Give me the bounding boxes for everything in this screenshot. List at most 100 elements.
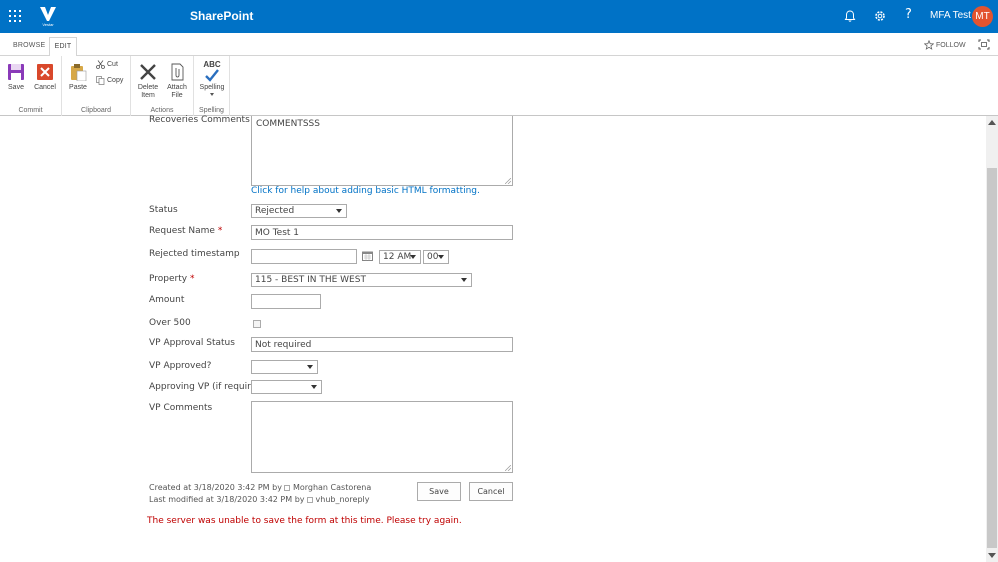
- follow-label: FOLLOW: [936, 41, 966, 49]
- paste-icon: [71, 64, 87, 81]
- ribbon-group-actions: Delete Item Attach File Actions: [131, 56, 194, 116]
- suite-bar: Vestar SharePoint ? MFA Test MT: [0, 0, 998, 33]
- help-icon[interactable]: ?: [905, 7, 919, 22]
- required-mark: *: [189, 274, 195, 284]
- scrollbar-thumb[interactable]: [987, 168, 997, 548]
- created-prefix: Created at 3/18/2020 3:42 PM by: [149, 483, 282, 492]
- app-title[interactable]: SharePoint: [190, 9, 253, 23]
- scroll-down-icon[interactable]: [988, 553, 996, 558]
- html-help-link[interactable]: Click for help about adding basic HTML f…: [251, 186, 480, 196]
- ribbon-group-clipboard-label: Clipboard: [81, 107, 111, 114]
- error-message: The server was unable to save the form a…: [147, 516, 462, 526]
- property-select[interactable]: 115 - BEST IN THE WEST: [251, 273, 472, 287]
- avatar[interactable]: MT: [972, 6, 993, 27]
- ribbon-cancel-button[interactable]: Cancel: [33, 63, 57, 92]
- scissors-icon: [96, 60, 105, 69]
- paste-button[interactable]: Paste: [68, 63, 88, 92]
- gear-icon[interactable]: [873, 9, 887, 23]
- amount-input[interactable]: [251, 294, 321, 309]
- spelling-button[interactable]: ABC Spelling: [197, 61, 227, 96]
- save-button[interactable]: Save: [417, 482, 461, 501]
- cancel-button[interactable]: Cancel: [469, 482, 513, 501]
- ribbon-save-label: Save: [8, 84, 24, 91]
- logo-caption: Vestar: [42, 22, 54, 27]
- scroll-up-icon[interactable]: [988, 120, 996, 125]
- hour-value: 12 AM: [383, 252, 412, 262]
- property-value: 115 - BEST IN THE WEST: [255, 275, 366, 285]
- ribbon-group-spelling: ABC Spelling Spelling: [194, 56, 230, 116]
- user-name[interactable]: MFA Test: [930, 10, 971, 21]
- bell-icon[interactable]: [843, 9, 857, 23]
- over-500-checkbox[interactable]: [253, 320, 261, 328]
- ribbon-group-commit: Save Cancel Commit: [0, 56, 62, 116]
- delete-label-line2: Item: [141, 92, 155, 99]
- copy-icon: [96, 76, 105, 85]
- ribbon: Save Cancel Commit Paste Cut Copy Clipbo…: [0, 56, 998, 116]
- attach-label-line1: Attach: [167, 84, 187, 91]
- copy-label: Copy: [107, 77, 124, 84]
- resize-grip-icon[interactable]: [505, 465, 511, 471]
- attach-file-button[interactable]: Attach File: [164, 63, 190, 100]
- paste-label: Paste: [69, 84, 87, 91]
- property-label-text: Property: [149, 274, 188, 284]
- vp-comments-textarea[interactable]: [251, 401, 513, 473]
- tab-browse[interactable]: BROWSE: [13, 42, 45, 49]
- follow-button[interactable]: FOLLOW: [923, 39, 966, 50]
- vestar-logo-icon[interactable]: Vestar: [38, 5, 58, 27]
- approving-vp-select[interactable]: [251, 380, 322, 394]
- modified-prefix: Last modified at 3/18/2020 3:42 PM by: [149, 495, 305, 504]
- vp-approval-status-value: Not required: [255, 340, 312, 350]
- status-label: Status: [149, 205, 178, 215]
- resize-grip-icon[interactable]: [505, 178, 511, 184]
- spelling-label: Spelling: [199, 84, 225, 91]
- recoveries-comments-label: Recoveries Comments: [149, 115, 250, 125]
- hour-select[interactable]: 12 AM: [379, 250, 421, 264]
- attach-file-icon: [171, 63, 184, 81]
- ribbon-group-clipboard: Paste Cut Copy Clipboard: [62, 56, 131, 116]
- created-by-user[interactable]: Morghan Castorena: [293, 483, 371, 492]
- request-name-input[interactable]: MO Test 1: [251, 225, 513, 240]
- minute-select[interactable]: 00: [423, 250, 449, 264]
- request-name-label: Request Name *: [149, 226, 222, 236]
- ribbon-save-button[interactable]: Save: [5, 63, 27, 92]
- request-name-value: MO Test 1: [255, 228, 300, 238]
- status-select[interactable]: Rejected: [251, 204, 347, 218]
- modified-info: Last modified at 3/18/2020 3:42 PM by vhu…: [149, 495, 370, 504]
- over-500-label: Over 500: [149, 318, 191, 328]
- cancel-icon: [37, 64, 53, 80]
- request-name-label-text: Request Name: [149, 226, 215, 236]
- ribbon-cancel-label: Cancel: [34, 84, 56, 91]
- approving-vp-label: Approving VP (if required): [149, 382, 266, 392]
- rejected-date-input[interactable]: [251, 249, 357, 264]
- vp-comments-label: VP Comments: [149, 403, 213, 413]
- copy-button[interactable]: Copy: [96, 76, 123, 85]
- delete-icon: [140, 64, 156, 80]
- vp-approved-select[interactable]: [251, 360, 318, 374]
- checkmark-icon: [205, 69, 219, 82]
- rejected-timestamp-label: Rejected timestamp: [149, 249, 240, 259]
- star-icon: [923, 39, 935, 50]
- vp-approved-label: VP Approved?: [149, 361, 212, 371]
- recoveries-comments-textarea[interactable]: COMMENTSSS: [251, 116, 513, 186]
- ribbon-group-spelling-label: Spelling: [199, 107, 224, 114]
- spelling-abc-glyph: ABC: [203, 60, 221, 69]
- save-icon: [8, 64, 24, 80]
- cut-label: Cut: [107, 61, 118, 68]
- delete-label-line1: Delete: [137, 84, 159, 91]
- focus-on-content-icon[interactable]: [978, 39, 990, 50]
- ribbon-group-actions-label: Actions: [150, 107, 174, 114]
- app-launcher-icon[interactable]: [9, 10, 21, 22]
- vertical-scrollbar[interactable]: [986, 116, 998, 562]
- tab-edit[interactable]: EDIT: [49, 37, 77, 57]
- calendar-icon[interactable]: [362, 251, 373, 261]
- recoveries-comments-value: COMMENTSSS: [256, 119, 320, 129]
- spelling-dropdown-arrow-icon: [210, 93, 214, 96]
- user-presence-icon: [283, 485, 290, 491]
- status-value: Rejected: [255, 206, 295, 216]
- ribbon-group-commit-label: Commit: [18, 107, 43, 114]
- vp-approval-status-input[interactable]: Not required: [251, 337, 513, 352]
- delete-item-button[interactable]: Delete Item: [135, 63, 161, 100]
- cut-button[interactable]: Cut: [96, 60, 118, 69]
- modified-by-user[interactable]: vhub_noreply: [316, 495, 370, 504]
- ribbon-tab-row: BROWSE EDIT FOLLOW: [0, 33, 998, 57]
